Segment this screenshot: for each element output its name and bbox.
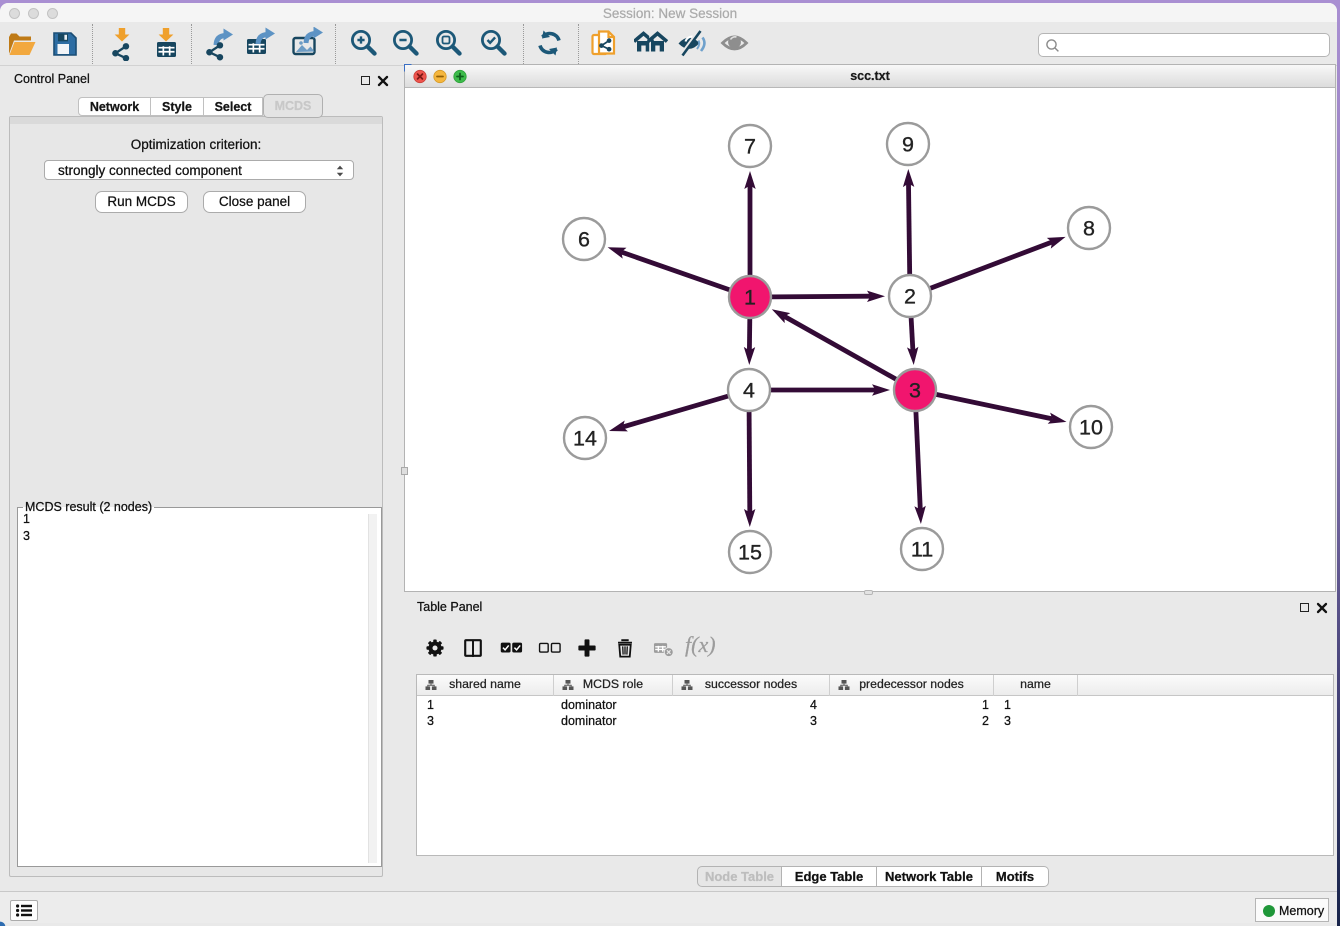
svg-text:10: 10	[1079, 416, 1103, 440]
svg-text:4: 4	[743, 379, 755, 403]
svg-text:14: 14	[573, 427, 597, 451]
svg-text:3: 3	[909, 379, 921, 403]
svg-text:8: 8	[1083, 217, 1095, 241]
svg-text:6: 6	[578, 228, 590, 252]
svg-text:11: 11	[911, 538, 933, 562]
svg-text:15: 15	[738, 541, 762, 565]
svg-text:1: 1	[744, 286, 756, 310]
svg-text:7: 7	[744, 135, 756, 159]
svg-text:9: 9	[902, 133, 914, 157]
svg-text:2: 2	[904, 285, 916, 309]
